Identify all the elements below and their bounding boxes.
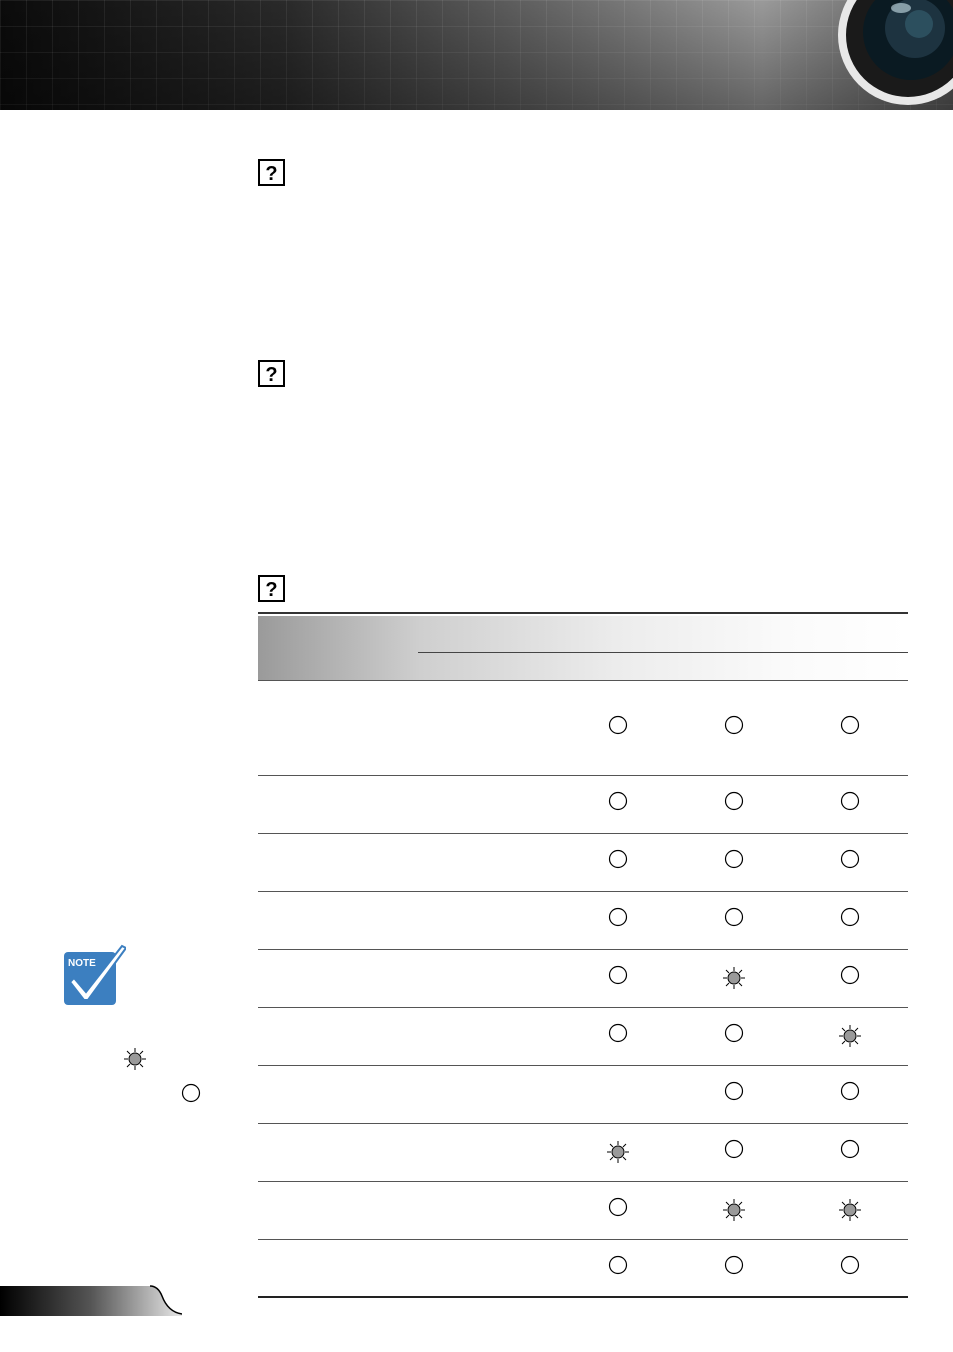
projector-lens-icon: [838, 0, 953, 105]
table-header-bottom-rule: [258, 680, 908, 681]
off-led-icon: [724, 907, 744, 927]
table-header-divider: [418, 652, 908, 653]
page-footer-tab: [0, 1285, 182, 1316]
table-row-divider: [258, 1239, 908, 1240]
flashing-led-icon: [839, 1199, 861, 1221]
off-led-icon: [608, 791, 628, 811]
header-banner: [0, 0, 953, 110]
off-led-icon: [724, 1255, 744, 1275]
off-led-icon: [608, 849, 628, 869]
header-shade: [0, 0, 953, 110]
off-led-icon: [840, 1255, 860, 1275]
off-led-icon: [608, 965, 628, 985]
off-led-icon: [608, 1255, 628, 1275]
off-led-icon: [840, 715, 860, 735]
svg-text:?: ?: [265, 579, 277, 601]
off-led-icon: [840, 1139, 860, 1159]
flashing-led-icon: [723, 967, 745, 989]
question-mark-icon: ?: [258, 360, 285, 387]
svg-text:?: ?: [265, 163, 277, 185]
off-led-icon: [840, 907, 860, 927]
table-row-divider: [258, 1007, 908, 1008]
off-led-icon: [608, 1023, 628, 1043]
off-led-icon: [840, 965, 860, 985]
off-led-icon: [181, 1083, 201, 1103]
off-led-icon: [724, 849, 744, 869]
table-row-divider: [258, 1123, 908, 1124]
off-led-icon: [724, 791, 744, 811]
off-led-icon: [608, 907, 628, 927]
off-led-icon: [724, 1081, 744, 1101]
note-check-icon: NOTE: [64, 944, 126, 1005]
flashing-led-icon: [723, 1199, 745, 1221]
off-led-icon: [840, 849, 860, 869]
table-row-divider: [258, 775, 908, 776]
off-led-icon: [724, 1023, 744, 1043]
off-led-icon: [840, 791, 860, 811]
table-row-divider: [258, 833, 908, 834]
table-top-rule: [258, 612, 908, 614]
off-led-icon: [840, 1081, 860, 1101]
off-led-icon: [608, 1197, 628, 1217]
table-header: [258, 616, 908, 680]
table-row-divider: [258, 1065, 908, 1066]
table-bottom-rule: [258, 1296, 908, 1298]
svg-text:?: ?: [265, 364, 277, 386]
table-row-divider: [258, 891, 908, 892]
note-badge-label: NOTE: [68, 958, 96, 969]
off-led-icon: [724, 1139, 744, 1159]
question-mark-icon: ?: [258, 159, 285, 186]
flashing-led-icon: [839, 1025, 861, 1047]
flashing-led-icon: [607, 1141, 629, 1163]
flashing-led-icon: [124, 1048, 146, 1070]
off-led-icon: [608, 715, 628, 735]
table-row-divider: [258, 1181, 908, 1182]
off-led-icon: [724, 715, 744, 735]
table-row-divider: [258, 949, 908, 950]
question-mark-icon: ?: [258, 575, 285, 602]
